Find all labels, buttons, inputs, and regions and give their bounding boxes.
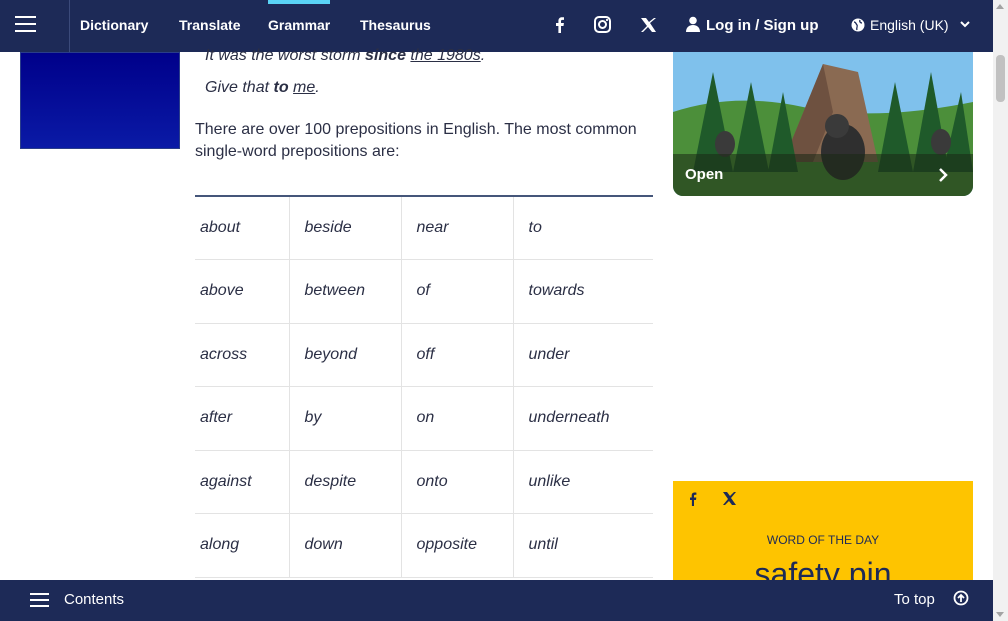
preposition-cell: until [512,513,653,578]
x-twitter-icon[interactable] [638,14,660,36]
to-top-button[interactable]: To top [894,580,969,620]
word-of-day-label: WORD OF THE DAY [766,533,880,547]
contents-menu-icon[interactable] [30,592,50,608]
language-label: English (UK) [870,17,949,33]
preposition-cell: about [195,196,289,260]
to-top-label: To top [894,591,935,608]
preposition-cell: of [400,259,513,324]
preposition-cell: by [288,386,401,451]
example-link[interactable]: the 1980s [410,47,480,64]
ad-open-label: Open [685,166,724,183]
word-of-the-day-card[interactable]: WORD OF THE DAY safety pin [673,481,973,591]
preposition-cell: down [288,513,401,578]
preposition-cell: underneath [512,386,653,451]
nav-thesaurus[interactable]: Thesaurus [360,0,431,52]
preposition-cell: above [195,259,289,324]
preposition-cell: against [195,450,289,514]
example-link[interactable]: me [293,79,315,96]
preposition-cell: near [400,196,513,260]
chevron-down-icon [960,21,971,28]
example-sentence-2: Give that to me. [205,79,320,97]
vertical-scrollbar[interactable] [993,0,1008,621]
preposition-cell: under [512,323,653,387]
globe-icon [851,18,865,32]
table-row: after by on underneath [195,386,653,451]
preposition-cell: off [400,323,513,387]
preposition-cell: beside [288,196,401,260]
nav-dictionary[interactable]: Dictionary [80,0,148,52]
instagram-icon[interactable] [593,14,615,36]
intro-paragraph: There are over 100 prepositions in Engli… [195,121,637,160]
language-selector[interactable]: English (UK) [851,0,971,52]
x-twitter-icon[interactable] [722,491,738,507]
preposition-cell: beyond [288,323,401,387]
preposition-cell: across [195,323,289,387]
top-navigation: Dictionary Translate Grammar Thesaurus L… [0,0,993,52]
scroll-thumb[interactable] [996,55,1005,102]
user-icon [686,16,700,32]
facebook-icon[interactable] [687,491,699,507]
menu-icon [15,16,36,18]
contents-button[interactable]: Contents [64,580,124,620]
left-image [20,52,180,149]
preposition-cell: onto [400,450,513,514]
table-row: about beside near to [195,196,653,260]
preposition-cell: along [195,513,289,578]
arrow-up-circle-icon [953,590,969,606]
login-link[interactable]: Log in / Sign up [686,0,818,52]
example-text: . [480,47,486,64]
nav-translate[interactable]: Translate [179,0,240,52]
example-text: Give that [205,79,274,96]
bottom-bar: Contents To top [0,580,993,621]
preposition-cell: to [512,196,653,260]
preposition-cell: opposite [400,513,513,578]
nav-grammar[interactable]: Grammar [268,0,331,52]
facebook-icon[interactable] [551,14,573,36]
menu-button[interactable] [0,0,70,52]
example-preposition: to [273,79,289,96]
table-row: above between of towards [195,259,653,324]
table-row: along down opposite until [195,513,653,578]
ad-open-button[interactable]: Open [673,154,973,196]
preposition-cell: after [195,386,289,451]
preposition-cell: towards [512,259,653,324]
preposition-cell: on [400,386,513,451]
table-row: across beyond off under [195,323,653,387]
example-text: . [315,79,320,96]
preposition-cell: between [288,259,401,324]
prepositions-table: about beside near to above between of towards ac… [195,195,653,578]
chevron-right-icon [939,168,948,182]
table-row: against despite onto unlike [195,450,653,514]
scroll-up-icon[interactable] [996,4,1004,9]
advertisement[interactable]: Open [673,52,973,196]
preposition-cell: unlike [512,450,653,514]
menu-icon-line [15,30,36,32]
example-preposition: since [365,47,406,64]
login-label: Log in / Sign up [706,17,819,34]
menu-icon-line [15,23,36,25]
example-text: It was the worst storm [205,47,366,64]
example-sentence-1: It was the worst storm since the 1980s. [205,47,485,65]
scroll-down-icon[interactable] [996,612,1004,617]
preposition-cell: despite [288,450,401,514]
